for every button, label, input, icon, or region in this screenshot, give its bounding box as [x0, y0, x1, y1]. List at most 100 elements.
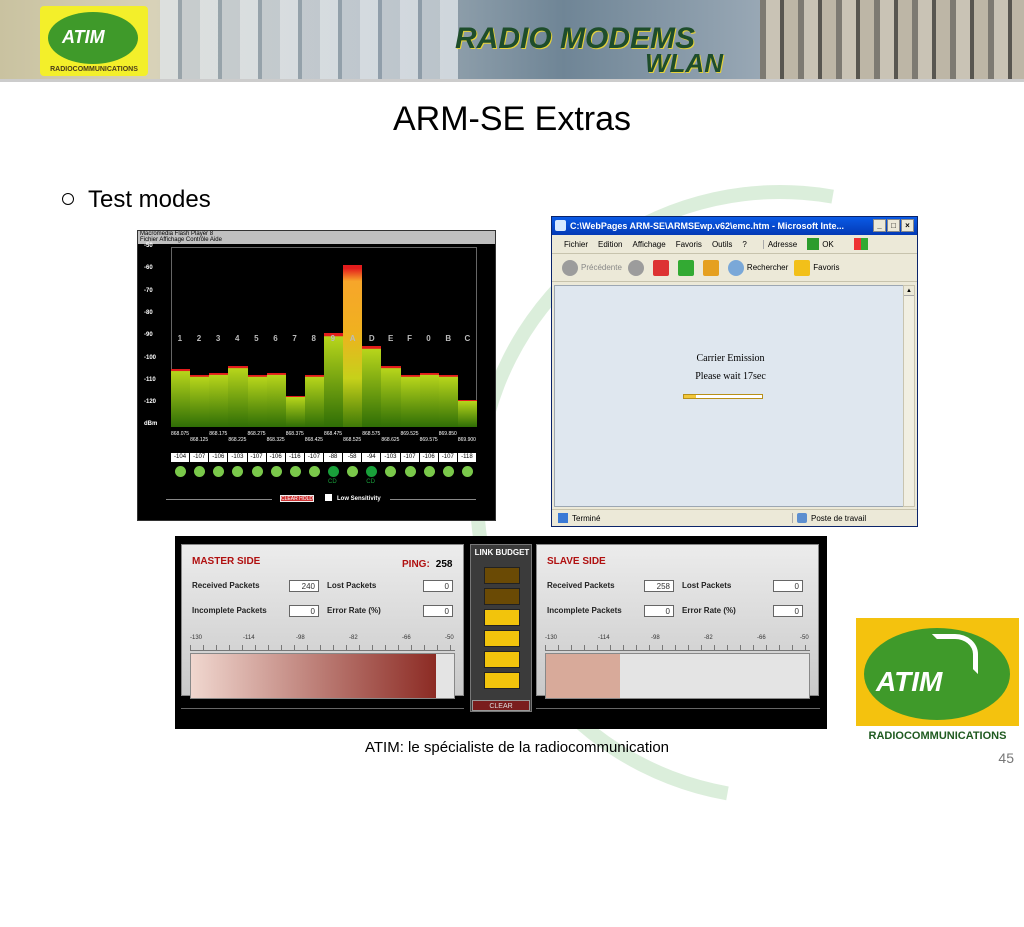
slave-side-panel: SLAVE SIDE Received Packets 258 Lost Pac…: [536, 544, 819, 699]
channel-value: -106: [266, 453, 286, 462]
search-label: Rechercher: [746, 263, 789, 272]
channel-label: 1: [177, 334, 183, 343]
stop-button[interactable]: [652, 259, 672, 276]
vertical-scrollbar[interactable]: ▲: [903, 285, 915, 507]
address-label[interactable]: Adresse: [762, 239, 797, 249]
channel-value: -107: [438, 453, 458, 462]
scale-tick-label: -82: [704, 635, 713, 641]
logo-word: ATIM: [876, 666, 943, 697]
channel-label: 4: [234, 334, 240, 343]
spectrum-bar: [343, 265, 363, 427]
scale-tick-label: -50: [800, 635, 809, 641]
menu-item-favoris[interactable]: Favoris: [676, 240, 702, 249]
slave-title: SLAVE SIDE: [547, 556, 606, 567]
spectrum-bar: [171, 368, 191, 427]
search-button[interactable]: Rechercher: [727, 259, 789, 276]
windows-logo-icon: [853, 238, 868, 250]
divider: [181, 708, 464, 709]
spectrum-bar: [324, 332, 344, 427]
page-content: Carrier Emission Please wait 17sec: [554, 285, 905, 507]
refresh-button[interactable]: [677, 259, 697, 276]
frequency-label: 868.075: [171, 431, 190, 437]
scale-tick-label: -50: [445, 635, 454, 641]
status-text: Terminé: [572, 513, 601, 523]
lost-value: 0: [773, 580, 803, 592]
spectrum-window: Macromedia Flash Player 8 Fichier Affich…: [137, 230, 496, 521]
menu-item-fichier[interactable]: Fichier: [564, 240, 588, 249]
ie-icon: [555, 220, 566, 231]
flash-titlebar: Macromedia Flash Player 8 Fichier Affich…: [138, 231, 495, 244]
close-button[interactable]: ×: [901, 219, 914, 232]
forward-button[interactable]: [627, 259, 647, 276]
checkbox-icon[interactable]: [325, 494, 332, 501]
frequency-label: 868.475: [324, 431, 343, 437]
maximize-button[interactable]: □: [887, 219, 900, 232]
home-button[interactable]: [702, 259, 722, 276]
incomplete-value: 0: [289, 605, 319, 617]
frequency-label: 869.525: [400, 431, 419, 437]
channel-value: -58: [343, 453, 363, 462]
y-axis: -50 -60 -70 -80 -90 -100 -110 -120 dBm: [140, 243, 162, 443]
master-level-fill: [191, 654, 436, 698]
back-button[interactable]: Précédente: [562, 259, 622, 276]
channel-led: [347, 466, 359, 477]
channel-led: [404, 466, 416, 477]
received-label: Received Packets: [547, 581, 615, 590]
frequency-label: 868.575: [362, 431, 381, 437]
link-budget-block: [484, 672, 520, 689]
page-number: 45: [998, 750, 1014, 766]
stop-icon: [652, 259, 669, 276]
spectrum-bar: [285, 395, 305, 427]
channel-led: [308, 466, 320, 477]
frequency-label: 869.850: [438, 431, 457, 437]
star-icon: [794, 259, 811, 276]
link-budget-block: [484, 567, 520, 584]
spectrum-bar: [400, 375, 420, 427]
channel-label: 3: [215, 334, 221, 343]
clear-hold-button[interactable]: CLEAR HOLD: [280, 495, 314, 502]
frequency-label: 868.225: [228, 437, 247, 443]
favorites-button[interactable]: Favoris: [794, 259, 840, 276]
flash-menu[interactable]: Fichier Affichage Contrôle Aide: [140, 237, 495, 243]
go-button[interactable]: OK: [807, 238, 844, 250]
master-level-meter: [190, 653, 455, 699]
menu-item-affichage[interactable]: Affichage: [632, 240, 665, 249]
frequency-label: 869.575: [419, 437, 438, 443]
low-sensitivity-checkbox[interactable]: Low Sensitivity: [325, 494, 381, 502]
channel-led: [175, 466, 186, 477]
channel-label: 0: [426, 334, 431, 343]
value-row: -104 -107 -106 -103 -107 -106 -116 -107 -88 -58 -9…: [171, 453, 477, 462]
channel-led: [442, 466, 454, 477]
divider: [536, 708, 820, 709]
frequency-label: 868.625: [381, 437, 400, 443]
progress-fill: [684, 395, 696, 398]
clear-button[interactable]: CLEAR: [472, 700, 530, 711]
scroll-up-icon[interactable]: ▲: [904, 286, 914, 296]
favorites-label: Favoris: [813, 263, 840, 272]
menu-item-edition[interactable]: Edition: [598, 240, 622, 249]
menu-item-?[interactable]: ?: [742, 240, 746, 249]
scale-tick-label: -130: [190, 635, 203, 641]
scale-tick-label: -130: [545, 635, 558, 641]
minimize-button[interactable]: _: [873, 219, 886, 232]
incomplete-value: 0: [644, 605, 674, 617]
frequency-label: 869.900: [457, 437, 476, 443]
go-label: OK: [822, 239, 834, 249]
scale-tick-label: -98: [651, 635, 660, 641]
scale-tick-label: -66: [757, 635, 766, 641]
search-icon: [727, 259, 744, 276]
master-side-panel: MASTER SIDE PING: 258 Received Packets 24…: [181, 544, 464, 699]
ping-value: 258: [435, 559, 453, 570]
spectrum-bar: [304, 375, 324, 427]
logo-word: ATIM: [62, 27, 105, 47]
channel-led: [194, 466, 206, 477]
channel-label: E: [387, 334, 394, 343]
carrier-line2: Please wait 17sec: [695, 371, 766, 382]
channel-label: 9: [330, 334, 336, 343]
frequency-label: 868.125: [190, 437, 209, 443]
toolbar: Précédente Rechercher Favoris: [552, 254, 917, 282]
spectrum-bar: [209, 373, 229, 427]
channel-led: [270, 466, 282, 477]
back-label: Précédente: [581, 263, 622, 272]
menu-item-outils[interactable]: Outils: [712, 240, 732, 249]
